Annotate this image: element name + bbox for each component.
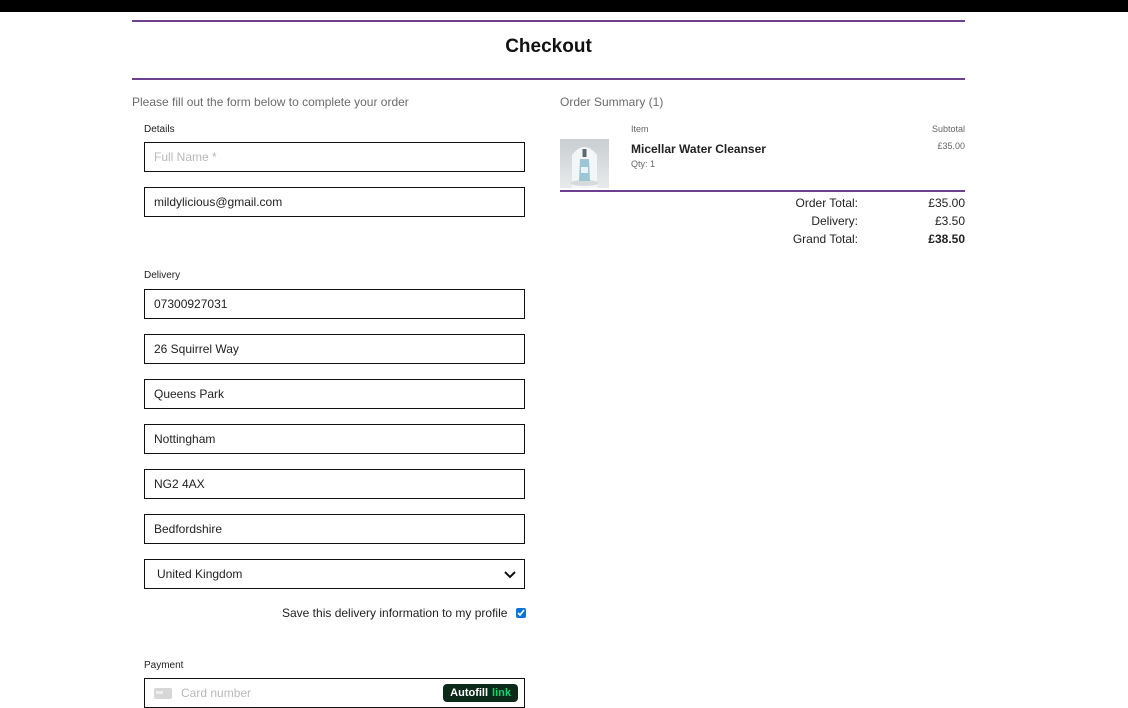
grand-total-label: Grand Total: [792,232,858,246]
card-number-input[interactable] [179,685,444,701]
link-brand-label: link [492,687,511,699]
credit-card-icon [154,687,172,699]
delivery-cost-value: £3.50 [934,214,965,228]
full-name-input[interactable] [144,142,525,172]
phone-number-input[interactable] [144,289,525,319]
autofill-label: Autofill [450,687,489,699]
payment-section-label: Payment [144,660,184,671]
country-select[interactable]: United Kingdom [144,559,525,589]
autofill-link-button[interactable]: Autofill link [443,684,518,702]
subtotal-column-header: Subtotal [931,124,965,134]
summary-divider [560,190,965,192]
save-info-checkbox[interactable] [516,608,527,618]
town-city-input[interactable] [144,424,525,454]
product-name: Micellar Water Cleanser [631,142,766,156]
delivery-cost-label: Delivery: [811,214,858,228]
product-quantity: Qty: 1 [631,159,656,169]
street-address-1-input[interactable] [144,334,525,364]
order-summary-title: Order Summary (1) [560,95,664,109]
form-intro-text: Please fill out the form below to comple… [132,95,409,109]
email-input[interactable] [144,187,525,217]
page-title: Checkout [505,36,592,57]
title-divider-top [132,20,965,22]
card-field[interactable]: Autofill link [144,678,525,708]
product-bottle-image [570,147,599,188]
details-section-label: Details [144,124,175,135]
save-info-label: Save this delivery information to my pro… [282,606,508,620]
chevron-down-icon [504,571,516,579]
county-input[interactable] [144,514,525,544]
order-total-label: Order Total: [795,196,858,210]
grand-total-value: £38.50 [928,232,965,246]
order-total-value: £35.00 [928,196,965,210]
delivery-section-label: Delivery [144,270,181,281]
street-address-2-input[interactable] [144,379,525,409]
product-thumbnail[interactable] [560,139,609,188]
save-info-row[interactable]: Save this delivery information to my pro… [282,606,527,620]
top-navbar [0,0,1128,12]
item-column-header: Item [631,124,649,134]
title-divider-bottom [132,78,965,80]
country-selected-value: United Kingdom [157,567,243,581]
product-subtotal: £35.00 [937,141,965,151]
postcode-input[interactable] [144,469,525,499]
